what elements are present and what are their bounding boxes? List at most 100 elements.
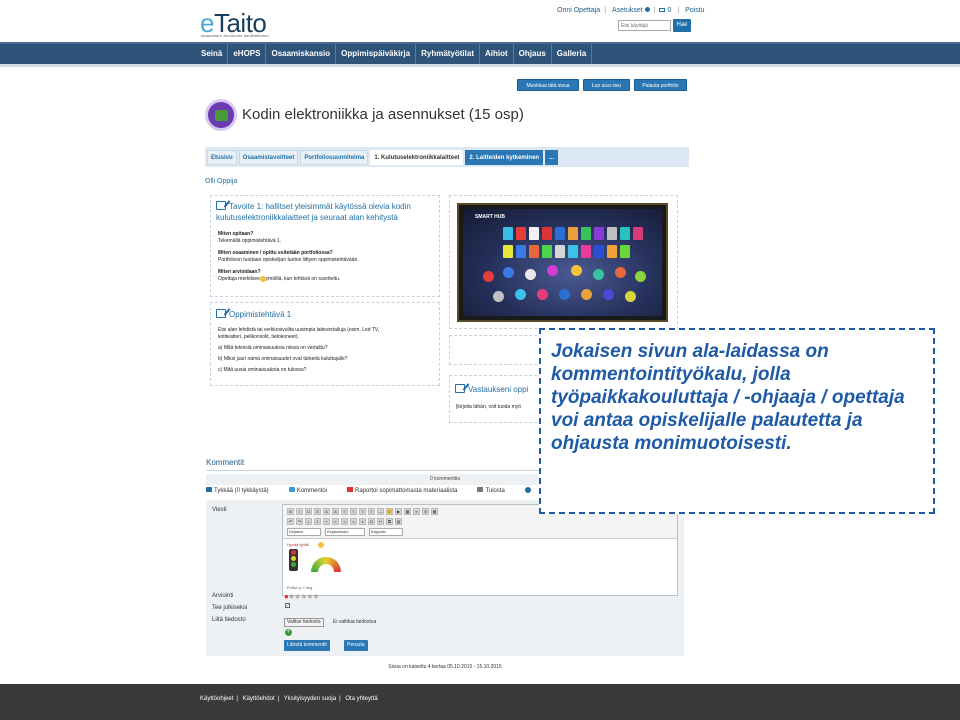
info-icon[interactable] (524, 487, 531, 493)
font-size-select[interactable]: Kirjasinkoko (325, 528, 365, 536)
nav-item-galleria[interactable]: Galleria (552, 44, 593, 64)
underline-icon[interactable]: U (305, 508, 312, 515)
cancel-button[interactable]: Peruuta (344, 640, 368, 651)
separator: | (653, 7, 656, 14)
bold-icon[interactable]: B (287, 508, 294, 515)
align-center-icon[interactable]: ≡ (350, 508, 357, 515)
tv-tile (594, 245, 604, 258)
rating-stars[interactable]: ●★★★★★ (284, 592, 320, 601)
footer-link-terms[interactable]: Käyttöehdot (243, 696, 275, 702)
tv-app-icon (571, 265, 582, 276)
tv-tile (607, 227, 617, 240)
user-name-link[interactable]: Onni Opettaja (557, 7, 600, 14)
tab-portfoliosuunnitelma[interactable]: Portfoliosuunnitelma (300, 149, 369, 165)
edit-icon[interactable] (455, 384, 465, 393)
comment-actions: Tykkää (0 tykkäystä) Kommentoi Raportoi … (206, 487, 541, 494)
task-title: Oppimistehtävä 1 (216, 309, 291, 319)
tv-tile (581, 245, 591, 258)
text-color-icon[interactable]: A (323, 508, 330, 515)
nav-item-ehops[interactable]: eHOPS (228, 44, 267, 64)
redo-icon[interactable]: ↷ (296, 518, 303, 525)
add-attachment-icon[interactable]: + (285, 629, 292, 636)
tv-tile (620, 245, 630, 258)
emoticon-icon[interactable]: ☺ (386, 508, 393, 515)
paste-icon[interactable]: ▤ (395, 518, 402, 525)
return-portfolio-button[interactable]: Palauta portfolio (634, 79, 687, 91)
tv-tile (607, 245, 617, 258)
no-file-text: Ei valittua tiedostoa (333, 619, 377, 625)
public-checkbox[interactable]: ✓ (285, 603, 290, 608)
indent-icon[interactable]: » (332, 518, 339, 525)
nav-item-ohjaus[interactable]: Ohjaus (514, 44, 552, 64)
message-count[interactable]: 0 (667, 7, 671, 14)
horizontal-rule-icon[interactable]: — (377, 508, 384, 515)
bullet-list-icon[interactable]: • (305, 518, 312, 525)
image-icon[interactable]: ▦ (404, 508, 411, 515)
goal-title-line2: kulutuselektroniikkalaitteet ja seuraat … (216, 213, 398, 222)
report-button[interactable]: Raportoi sopimattomasta materiaalista (347, 487, 467, 494)
tab-laitteiden-kytkeminen[interactable]: 2. Laitteiden kytkeminen (465, 149, 544, 165)
page-icon (205, 99, 237, 131)
edit-icon[interactable] (216, 309, 226, 318)
edit-icon[interactable] (216, 201, 226, 210)
undo-icon[interactable]: ↶ (287, 518, 294, 525)
table-icon[interactable]: ▦ (431, 508, 438, 515)
tab-etusivu[interactable]: Etusivu (207, 149, 237, 165)
edit-page-button[interactable]: Muokkaa tätä sivua (517, 79, 579, 91)
like-button[interactable]: Tykkää (0 tykkäystä) (206, 487, 279, 494)
choose-file-button[interactable]: Valitse tiedosto (284, 618, 324, 627)
logout-link[interactable]: Poistu (685, 7, 704, 14)
footer-link-instructions[interactable]: Käyttöohjeet (200, 696, 233, 702)
search-input[interactable] (618, 20, 671, 31)
nav-item-oppimispaivakirja[interactable]: Oppimispäiväkirja (336, 44, 417, 64)
footer-link-contact[interactable]: Ota yhteyttä (345, 696, 377, 702)
media-icon[interactable]: ▶ (395, 508, 402, 515)
settings-link[interactable]: Asetukset (612, 7, 643, 14)
tab-osaamistavoitteet[interactable]: Osaamistavoitteet (238, 149, 299, 165)
italic-icon[interactable]: I (296, 508, 303, 515)
link-icon[interactable]: ∞ (413, 508, 420, 515)
special-char-icon[interactable]: Ω (368, 518, 375, 525)
cut-icon[interactable]: ✂ (377, 518, 384, 525)
flag-icon (347, 487, 354, 492)
font-select[interactable]: Kirjaisin (287, 528, 321, 536)
gear-icon[interactable] (644, 7, 650, 12)
tab-kulutuselektroniikkalaitteet[interactable]: 1. Kulutuselektroniikkalaitteet (370, 149, 464, 165)
send-comment-button[interactable]: Lähetä kommentti (284, 640, 330, 651)
tv-image[interactable]: SMART HUB (457, 203, 668, 322)
outdent-icon[interactable]: « (323, 518, 330, 525)
nav-item-seina[interactable]: Seinä (196, 44, 229, 64)
search-button[interactable]: Hae (673, 19, 691, 32)
copy-icon[interactable]: ⧉ (386, 518, 393, 525)
nav-item-aihiot[interactable]: Aihiot (480, 44, 514, 64)
tv-tile (555, 245, 565, 258)
public-label: Tee julkiseksi (212, 605, 248, 611)
author-link[interactable]: Olli Oppija (205, 178, 237, 185)
tv-tile (568, 227, 578, 240)
superscript-icon[interactable]: x (359, 518, 366, 525)
tab-more[interactable]: ... (545, 149, 559, 165)
code-icon[interactable]: < (341, 518, 348, 525)
footer-link-privacy[interactable]: Yksityisyyden suoja (284, 696, 336, 702)
thumbs-up-icon (206, 487, 212, 492)
separator: | (236, 696, 238, 702)
format-select[interactable]: Kappale (369, 528, 403, 536)
align-left-icon[interactable]: ≡ (341, 508, 348, 515)
align-justify-icon[interactable]: ≡ (368, 508, 375, 515)
gauge-icon (311, 557, 341, 572)
strikethrough-icon[interactable]: S (314, 508, 321, 515)
tv-tile (529, 227, 539, 240)
align-right-icon[interactable]: ≡ (359, 508, 366, 515)
new-page-button[interactable]: Luo uusi sivu (583, 79, 630, 91)
mail-icon[interactable] (659, 8, 666, 12)
nav-item-osaamiskansio[interactable]: Osaamiskansio (266, 44, 337, 64)
nav-item-ryhmatyotilat[interactable]: Ryhmätyötilat (416, 44, 480, 64)
page-tabs: Etusivu Osaamistavoitteet Portfoliosuunn… (205, 147, 689, 167)
rich-text-editor[interactable]: B I U S A A ≡ ≡ ≡ ≡ — ☺ ▶ ▦ ∞ ⊘ ▦ ↶ ↷ • … (282, 504, 678, 596)
numbered-list-icon[interactable]: 1 (314, 518, 321, 525)
highlight-icon[interactable]: A (332, 508, 339, 515)
subscript-icon[interactable]: x (350, 518, 357, 525)
unlink-icon[interactable]: ⊘ (422, 508, 429, 515)
print-button[interactable]: Tulosta (477, 487, 514, 494)
comment-button[interactable]: Kommentoi (288, 487, 337, 494)
